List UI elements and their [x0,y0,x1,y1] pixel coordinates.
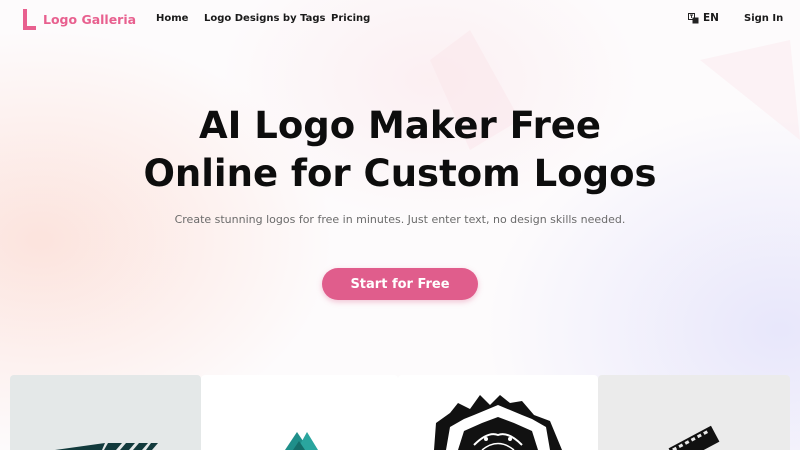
start-for-free-button[interactable]: Start for Free [322,268,478,300]
language-selector[interactable]: EN [688,12,719,24]
gallery-card-4[interactable] [598,375,790,450]
brand-logo[interactable]: Logo Galleria [22,9,136,30]
nav-link-logo-designs-by-tags[interactable]: Logo Designs by Tags [204,13,325,24]
gallery-card-3[interactable] [398,375,598,450]
sign-in-link[interactable]: Sign In [744,13,783,24]
teal-mountain-logo-icon [285,432,318,450]
abstract-stripes-logo-icon [55,443,158,450]
hero-title-line-1: AI Logo Maker Free [198,104,602,147]
hero-subtitle: Create stunning logos for free in minute… [174,213,626,226]
brand-name: Logo Galleria [43,12,137,27]
logo-gallery [0,375,800,450]
gallery-card-1[interactable] [10,375,201,450]
animal-crest-logo-icon [434,395,562,450]
hero-title: AI Logo Maker Free Online for Custom Log… [0,102,800,198]
translate-icon [688,12,699,23]
nav-link-home[interactable]: Home [156,13,188,24]
film-strip-logo-icon [668,425,720,450]
hero-title-line-2: Online for Custom Logos [143,152,657,195]
brand-mark-icon [22,9,36,30]
language-label: EN [703,12,719,24]
nav-link-pricing[interactable]: Pricing [331,13,370,24]
gallery-card-2[interactable] [201,375,398,450]
top-nav: Logo Galleria Home Logo Designs by Tags … [0,0,800,40]
